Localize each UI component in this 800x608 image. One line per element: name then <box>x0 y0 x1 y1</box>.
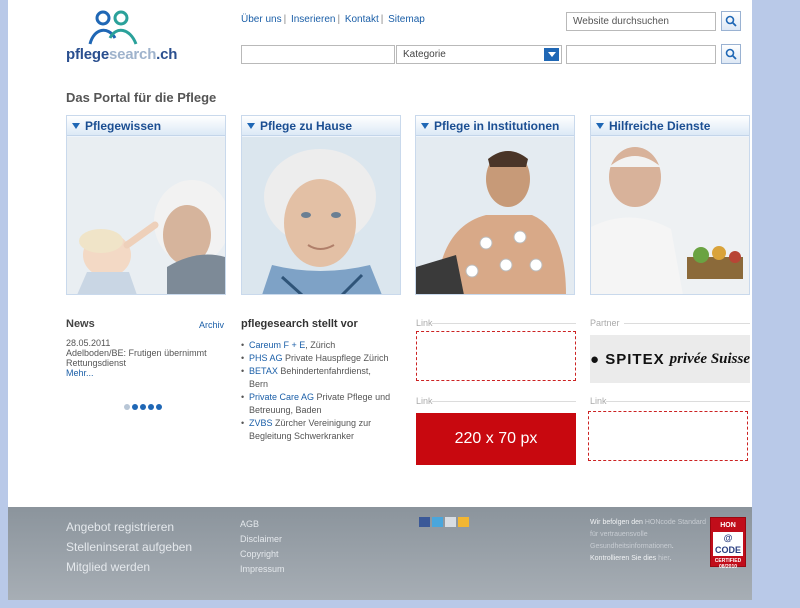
category-hilfreiche-dienste[interactable]: Hilfreiche Dienste <box>590 115 750 295</box>
keyword-input[interactable] <box>241 45 395 64</box>
footer-link-mitglied[interactable]: Mitglied werden <box>66 557 192 577</box>
category-photo <box>67 137 225 294</box>
triangle-down-icon <box>421 123 429 130</box>
ad-label: Link <box>416 396 433 406</box>
divider <box>432 323 576 324</box>
category-pflege-in-institutionen[interactable]: Pflege in Institutionen <box>415 115 575 295</box>
footer-link-angebot[interactable]: Angebot registrieren <box>66 517 192 537</box>
footer-link-stelleninserat[interactable]: Stelleninserat aufgeben <box>66 537 192 557</box>
featured-link[interactable]: PHS AG <box>249 353 283 363</box>
news-item: 28.05.2011 Adelboden/BE: Frutigen überni… <box>66 338 234 368</box>
list-item: Private Care AG Private Pflege und Betre… <box>241 391 391 417</box>
footer-link-impressum[interactable]: Impressum <box>240 562 285 577</box>
category-header: Pflege in Institutionen <box>416 116 574 136</box>
honcode-link[interactable]: HONcode <box>645 519 676 526</box>
ad-label: Link <box>416 318 433 328</box>
site-search-input[interactable]: Website durchsuchen <box>566 12 716 31</box>
news-text: Adelboden/BE: Frutigen übernimmt Rettung… <box>66 348 207 368</box>
list-item: ZVBS Zürcher Vereinigung zur Begleitung … <box>241 417 391 443</box>
news-heading: News <box>66 318 95 330</box>
logo[interactable]: pflegesearch.ch <box>66 10 186 70</box>
nav-link-kontakt[interactable]: Kontakt <box>345 14 379 25</box>
badge-top-text: HON <box>720 522 736 529</box>
spitex-logo-text: ● SPITEX <box>590 350 665 368</box>
category-photo <box>242 137 400 294</box>
category-header: Pflegewissen <box>67 116 225 136</box>
partner-logo-spitex[interactable]: ● SPITEX privée Suisse <box>590 335 750 383</box>
carousel-dot[interactable] <box>140 404 146 410</box>
news-archive-link[interactable]: Archiv <box>199 320 224 330</box>
category-header: Hilfreiche Dienste <box>591 116 749 136</box>
search-icon <box>725 15 737 27</box>
divider <box>624 323 750 324</box>
list-item: BETAX Behindertenfahrdienst, Bern <box>241 365 391 391</box>
footer-link-copyright[interactable]: Copyright <box>240 547 285 562</box>
footer-link-agb[interactable]: AGB <box>240 517 285 532</box>
top-navigation: Über uns | Inserieren | Kontakt | Sitemap <box>241 14 425 25</box>
triangle-down-icon <box>72 123 80 130</box>
social-icons <box>419 517 469 527</box>
directory-search-button[interactable] <box>721 44 741 64</box>
search-icon <box>725 48 737 60</box>
carousel-dot[interactable] <box>124 404 130 410</box>
news-date: 28.05.2011 <box>66 338 111 348</box>
honcode-notice: Wir befolgen den HONcode Standard für ve… <box>590 519 706 562</box>
featured-heading: pflegesearch stellt vor <box>241 318 358 330</box>
featured-link[interactable]: BETAX <box>249 366 278 376</box>
bookmark-star-icon[interactable] <box>458 517 469 527</box>
footer-link-disclaimer[interactable]: Disclaimer <box>240 532 285 547</box>
category-photo <box>416 137 574 294</box>
nav-link-sitemap[interactable]: Sitemap <box>388 14 425 25</box>
list-item: Careum F + E, Zürich <box>241 339 391 352</box>
nav-link-ueber-uns[interactable]: Über uns <box>241 14 282 25</box>
category-header: Pflege zu Hause <box>242 116 400 136</box>
logo-text: pflegesearch.ch <box>66 46 178 63</box>
ad-banner[interactable]: 220 x 70 px <box>416 413 576 465</box>
footer: Angebot registrieren Stelleninserat aufg… <box>8 507 752 600</box>
list-item: PHS AG Private Hauspflege Zürich <box>241 352 391 365</box>
spitex-logo-suffix: privée Suisse <box>669 350 751 367</box>
site-search-button[interactable] <box>721 11 741 31</box>
news-carousel-dots <box>124 404 162 410</box>
ad-slot[interactable] <box>588 411 748 461</box>
triangle-down-icon <box>596 123 604 130</box>
badge-bottom-text: CERTIFIED 08/2010 <box>714 558 742 570</box>
twitter-icon[interactable] <box>432 517 443 527</box>
category-select-value: Kategorie <box>403 49 446 60</box>
triangle-down-icon <box>247 123 255 130</box>
divider <box>432 401 576 402</box>
footer-primary-links: Angebot registrieren Stelleninserat aufg… <box>66 517 192 577</box>
featured-link[interactable]: ZVBS <box>249 418 273 428</box>
footer-legal-links: AGB Disclaimer Copyright Impressum <box>240 517 285 577</box>
nav-link-inserieren[interactable]: Inserieren <box>291 14 335 25</box>
ad-label: Link <box>590 396 607 406</box>
category-photo <box>591 137 749 294</box>
chevron-down-icon <box>544 48 559 61</box>
divider <box>606 401 750 402</box>
category-pflege-zu-hause[interactable]: Pflege zu Hause <box>241 115 401 295</box>
featured-link[interactable]: Careum F + E <box>249 340 305 350</box>
featured-list: Careum F + E, Zürich PHS AG Private Haus… <box>241 339 391 443</box>
mail-icon[interactable] <box>445 517 456 527</box>
logo-people-icon <box>88 10 138 45</box>
location-input[interactable] <box>566 45 716 64</box>
honcode-badge[interactable]: HON @ CODE CERTIFIED 08/2010 <box>710 517 746 570</box>
carousel-dot[interactable] <box>132 404 138 410</box>
carousel-dot[interactable] <box>148 404 154 410</box>
category-pflegewissen[interactable]: Pflegewissen <box>66 115 226 295</box>
honcode-verify-link[interactable]: hier <box>658 555 669 562</box>
carousel-dot[interactable] <box>156 404 162 410</box>
ad-slot[interactable] <box>416 331 576 381</box>
badge-mid-text: @ CODE <box>713 532 743 556</box>
category-select[interactable]: Kategorie <box>396 45 562 64</box>
partner-label: Partner <box>590 318 620 328</box>
page-title: Das Portal für die Pflege <box>66 90 217 105</box>
featured-link[interactable]: Private Care AG <box>249 392 314 402</box>
news-more-link[interactable]: Mehr... <box>66 368 94 378</box>
facebook-icon[interactable] <box>419 517 430 527</box>
